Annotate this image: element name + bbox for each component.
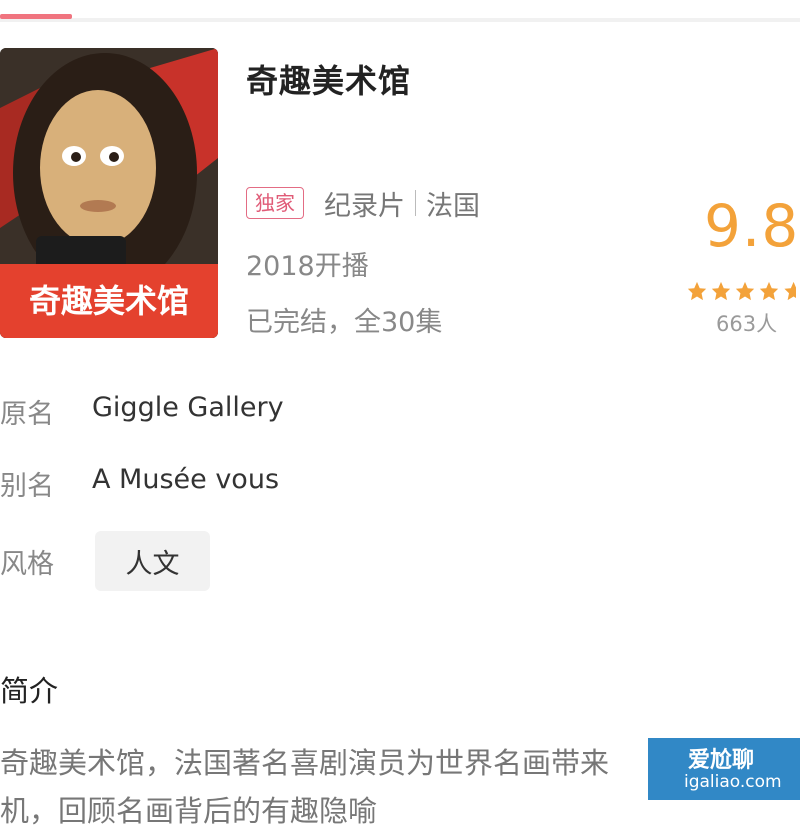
- poster-art: 奇趣美术馆: [0, 48, 218, 338]
- region-text: 法国: [426, 190, 480, 222]
- intro-heading: 简介: [0, 674, 59, 708]
- meta-divider: [415, 190, 416, 216]
- poster-image[interactable]: 奇趣美术馆: [0, 48, 218, 338]
- exclusive-badge: 独家: [246, 187, 304, 219]
- genre-label: 风格: [0, 549, 54, 580]
- star-icon: [687, 281, 707, 301]
- star-icon: [711, 281, 731, 301]
- star-icon: [759, 281, 779, 301]
- original-name-label: 原名: [0, 399, 54, 430]
- star-icon: [784, 281, 796, 301]
- star-icon: [735, 281, 755, 301]
- genre-chip[interactable]: 人文: [95, 531, 210, 591]
- alias-value: A Musée vous: [92, 464, 280, 495]
- category-text: 纪录片: [324, 190, 405, 222]
- alias-label: 别名: [0, 471, 54, 502]
- tab-underline-track: [0, 18, 800, 22]
- original-name-value: Giggle Gallery: [92, 392, 284, 423]
- premiere-text: 2018开播: [246, 251, 369, 282]
- watermark-brand: 爱尬聊: [688, 748, 755, 773]
- watermark-url: igaliao.com: [684, 772, 782, 792]
- episode-status-text: 已完结，全30集: [246, 307, 443, 338]
- rating-stars: [686, 280, 796, 302]
- meta-row: 独家 纪录片 法国: [246, 184, 480, 222]
- rating-score: 9.8: [704, 192, 800, 260]
- rating-votes: 663人: [716, 312, 778, 336]
- active-tab-indicator: [0, 14, 72, 19]
- watermark-logo: 爱尬聊 igaliao.com: [648, 738, 800, 800]
- show-title: 奇趣美术馆: [246, 62, 412, 100]
- poster-caption: 奇趣美术馆: [29, 282, 189, 320]
